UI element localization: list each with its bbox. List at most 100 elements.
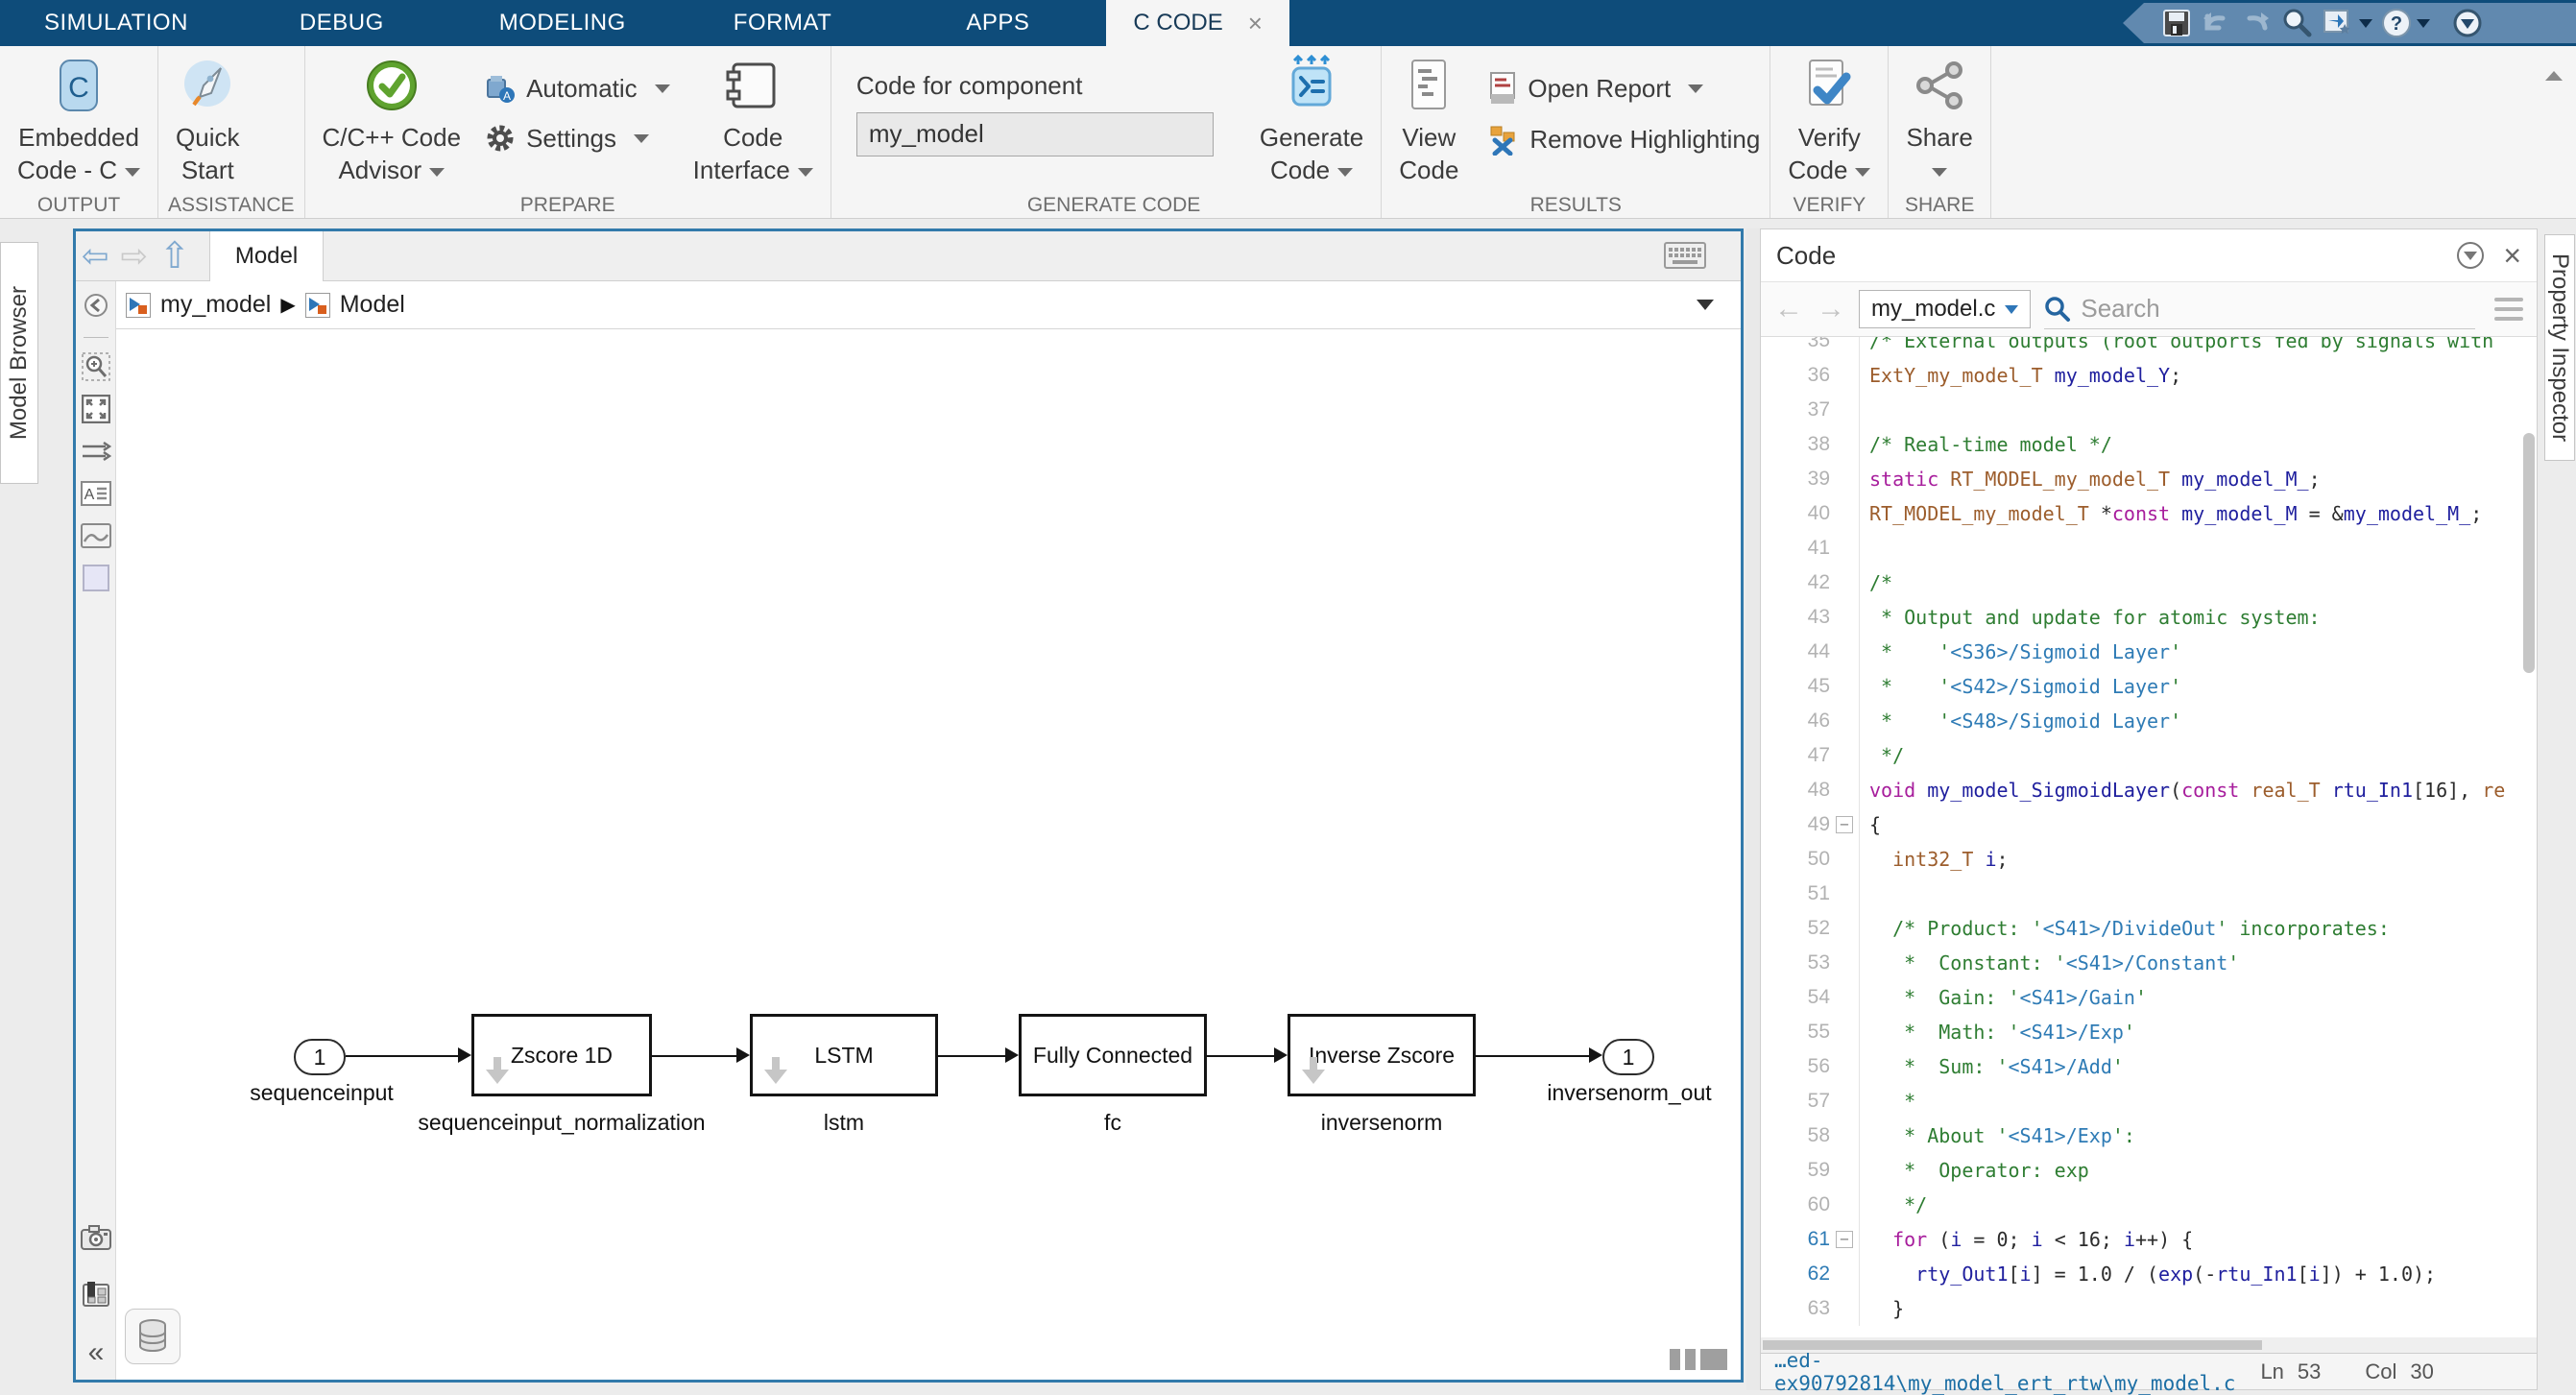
- up-to-parent-icon[interactable]: ⇧: [154, 238, 196, 275]
- breadcrumb-item-model[interactable]: Model: [340, 291, 405, 319]
- tab-apps[interactable]: APPS: [956, 0, 1039, 46]
- code-line[interactable]: 56 * Sum: '<S41>/Add': [1761, 1049, 2537, 1084]
- code-line[interactable]: 60 */: [1761, 1188, 2537, 1222]
- help-icon[interactable]: ?: [2380, 7, 2430, 39]
- view-code-button[interactable]: ViewCode: [1391, 52, 1466, 190]
- block-inverse-zscore[interactable]: Inverse Zscore: [1288, 1014, 1476, 1096]
- code-line[interactable]: 52 /* Product: '<S41>/DivideOut' incorpo…: [1761, 911, 2537, 946]
- code-line[interactable]: 55 * Math: '<S41>/Exp': [1761, 1015, 2537, 1049]
- code-line[interactable]: 59 * Operator: exp: [1761, 1153, 2537, 1188]
- property-inspector-tab[interactable]: Property Inspector: [2544, 234, 2575, 461]
- fold-toggle-icon[interactable]: −: [1836, 816, 1853, 833]
- block-zscore[interactable]: Zscore 1D: [471, 1014, 652, 1096]
- image-icon[interactable]: [76, 515, 116, 557]
- component-input[interactable]: [856, 112, 1214, 156]
- code-line[interactable]: 53 * Constant: '<S41>/Constant': [1761, 946, 2537, 980]
- code-line[interactable]: 57 *: [1761, 1084, 2537, 1118]
- fit-to-view-icon[interactable]: [76, 388, 116, 430]
- collapse-palette-icon[interactable]: «: [76, 1332, 116, 1374]
- code-line[interactable]: 48void my_model_SigmoidLayer(const real_…: [1761, 773, 2537, 807]
- code-line[interactable]: 54 * Gain: '<S41>/Gain': [1761, 980, 2537, 1015]
- code-line[interactable]: 62 rty_Out1[i] = 1.0 / (exp(-rtu_In1[i])…: [1761, 1257, 2537, 1291]
- code-interface-button[interactable]: CodeInterface: [686, 52, 821, 190]
- code-mapping-badge-icon[interactable]: [764, 1057, 787, 1086]
- generate-code-button[interactable]: GenerateCode: [1252, 52, 1371, 190]
- code-line[interactable]: 37: [1761, 393, 2537, 427]
- code-line[interactable]: 40RT_MODEL_my_model_T *const my_model_M …: [1761, 496, 2537, 531]
- signal-wire[interactable]: [1476, 1055, 1589, 1057]
- ribbon-expand-arrow-icon[interactable]: [2545, 71, 2563, 81]
- vertical-scrollbar[interactable]: [2523, 433, 2535, 673]
- signal-wire[interactable]: [938, 1055, 1005, 1057]
- search-icon[interactable]: [2280, 7, 2313, 39]
- save-icon[interactable]: [2161, 8, 2192, 38]
- signal-wire[interactable]: [346, 1055, 459, 1057]
- code-line[interactable]: 38/* Real-time model */: [1761, 427, 2537, 462]
- code-line[interactable]: 51: [1761, 877, 2537, 911]
- add-to-model-icon[interactable]: [2321, 7, 2372, 39]
- code-advisor-button[interactable]: C/C++ CodeAdvisor: [315, 52, 469, 190]
- settings-dropdown[interactable]: Settings: [484, 122, 670, 155]
- tab-debug[interactable]: DEBUG: [290, 0, 394, 46]
- open-report-dropdown[interactable]: Open Report: [1487, 71, 1760, 106]
- menu-icon[interactable]: [2494, 298, 2523, 321]
- share-button[interactable]: Share: [1898, 52, 1980, 190]
- data-dictionary-button[interactable]: [125, 1309, 181, 1364]
- code-line[interactable]: 45 * '<S42>/Sigmoid Layer': [1761, 669, 2537, 704]
- code-line[interactable]: 42/*: [1761, 565, 2537, 600]
- route-signals-icon[interactable]: [76, 430, 116, 472]
- library-icon[interactable]: [76, 1274, 116, 1316]
- screenshot-icon[interactable]: [76, 1216, 116, 1259]
- zoom-region-icon[interactable]: [76, 346, 116, 388]
- canvas-tab-model[interactable]: Model: [209, 231, 324, 281]
- breadcrumb-item-my-model[interactable]: my_model: [160, 291, 271, 319]
- quick-start-button[interactable]: QuickStart: [168, 52, 247, 190]
- verify-code-button[interactable]: VerifyCode: [1780, 52, 1878, 190]
- signal-wire[interactable]: [1207, 1055, 1274, 1057]
- code-line[interactable]: 44 * '<S36>/Sigmoid Layer': [1761, 635, 2537, 669]
- code-line[interactable]: 58 * About '<S41>/Exp':: [1761, 1118, 2537, 1153]
- annotation-icon[interactable]: A: [76, 472, 116, 515]
- code-view[interactable]: 35/* External outputs (root outports fed…: [1761, 337, 2537, 1337]
- horizontal-scrollbar[interactable]: [1761, 1337, 2537, 1353]
- minimize-ribbon-icon[interactable]: [2451, 7, 2484, 39]
- embedded-code-button[interactable]: C EmbeddedCode - C: [10, 52, 148, 190]
- automatic-dropdown[interactable]: A Automatic: [484, 72, 670, 105]
- fold-toggle-icon[interactable]: −: [1836, 1231, 1853, 1248]
- code-line[interactable]: 61− for (i = 0; i < 16; i++) {: [1761, 1222, 2537, 1257]
- model-browser-tab[interactable]: Model Browser: [0, 242, 38, 484]
- file-dropdown[interactable]: my_model.c: [1859, 290, 2031, 328]
- code-line[interactable]: 39static RT_MODEL_my_model_T my_model_M_…: [1761, 462, 2537, 496]
- code-mapping-badge-icon[interactable]: [1302, 1057, 1325, 1086]
- keyboard-icon[interactable]: [1664, 241, 1706, 270]
- canvas-resize-grip[interactable]: [1670, 1349, 1727, 1370]
- area-icon[interactable]: [76, 557, 116, 599]
- breadcrumb-dropdown-icon[interactable]: [1697, 300, 1714, 310]
- code-line[interactable]: 47 */: [1761, 738, 2537, 773]
- close-panel-icon[interactable]: ×: [2503, 240, 2521, 271]
- block-lstm[interactable]: LSTM: [750, 1014, 938, 1096]
- tab-c-code-active[interactable]: C CODE ×: [1106, 0, 1289, 46]
- code-line[interactable]: 46 * '<S48>/Sigmoid Layer': [1761, 704, 2537, 738]
- search-field[interactable]: [2044, 289, 2475, 329]
- code-line[interactable]: 63 }: [1761, 1291, 2537, 1326]
- inport-block[interactable]: 1: [294, 1039, 346, 1075]
- block-fully-connected[interactable]: Fully Connected: [1019, 1014, 1207, 1096]
- signal-wire[interactable]: [652, 1055, 736, 1057]
- search-input[interactable]: [2081, 294, 2475, 324]
- code-mapping-badge-icon[interactable]: [486, 1057, 509, 1086]
- code-line[interactable]: 35/* External outputs (root outports fed…: [1761, 337, 2537, 358]
- back-icon[interactable]: ⇦: [76, 240, 115, 273]
- minimize-panel-icon[interactable]: [2457, 242, 2484, 269]
- outport-block[interactable]: 1: [1602, 1039, 1654, 1075]
- step-back-icon[interactable]: [76, 281, 116, 329]
- code-line[interactable]: 41: [1761, 531, 2537, 565]
- code-line[interactable]: 49−{: [1761, 807, 2537, 842]
- code-line[interactable]: 43 * Output and update for atomic system…: [1761, 600, 2537, 635]
- code-line[interactable]: 50 int32_T i;: [1761, 842, 2537, 877]
- remove-highlighting-button[interactable]: Remove Highlighting: [1487, 123, 1760, 156]
- tab-modeling[interactable]: MODELING: [490, 0, 636, 46]
- close-icon[interactable]: ×: [1248, 9, 1263, 38]
- panel-splitter[interactable]: [1746, 228, 1760, 1390]
- tab-simulation[interactable]: SIMULATION: [35, 0, 198, 46]
